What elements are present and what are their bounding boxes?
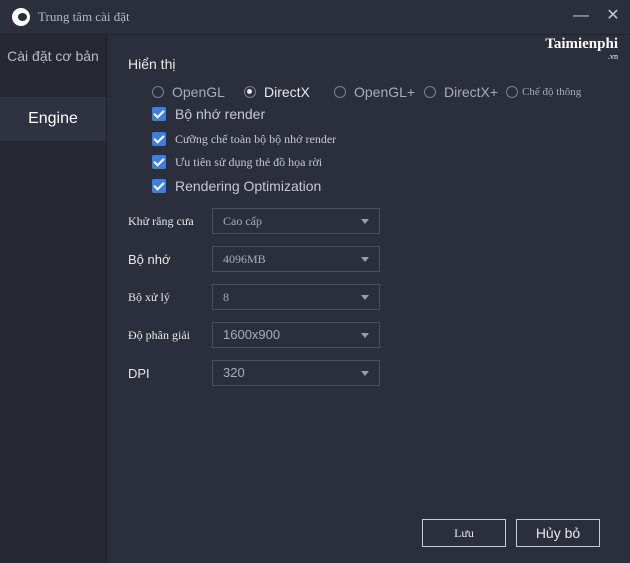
- dropdown-caret-icon: [361, 371, 369, 376]
- checkmark-icon: [152, 179, 166, 193]
- section-title-display: Hiển thị: [128, 56, 176, 72]
- radio-compat-mode[interactable]: Chế độ thông: [506, 82, 581, 102]
- cancel-button[interactable]: Hủy bỏ: [516, 519, 600, 547]
- select-anti-aliasing[interactable]: Cao cấp: [212, 208, 380, 234]
- radio-dot-icon: [506, 86, 518, 98]
- checkbox-dedicated-gpu[interactable]: Ưu tiên sử dụng thẻ đồ họa rời: [152, 153, 322, 171]
- radio-dot-icon: [334, 86, 346, 98]
- dropdown-caret-icon: [361, 333, 369, 338]
- radio-opengl[interactable]: OpenGL: [152, 82, 225, 102]
- label-memory: Bộ nhớ: [128, 252, 171, 267]
- title-bar: Trung tâm cài đặt — ✕: [0, 0, 630, 35]
- checkbox-rendering-optimization[interactable]: Rendering Optimization: [152, 177, 321, 195]
- select-cpu[interactable]: 8: [212, 284, 380, 310]
- radio-dot-icon: [152, 86, 164, 98]
- app-logo-icon: [12, 8, 30, 26]
- checkmark-icon: [152, 155, 166, 169]
- watermark-logo: Taimienphi .vn: [545, 36, 618, 61]
- checkmark-icon: [152, 107, 166, 121]
- window-title: Trung tâm cài đặt: [38, 9, 130, 24]
- sidebar: Cài đặt cơ bản Engine: [0, 35, 107, 563]
- select-resolution[interactable]: 1600x900: [212, 322, 380, 348]
- minimize-icon[interactable]: —: [570, 6, 592, 26]
- label-resolution: Độ phân giải: [128, 328, 190, 342]
- label-cpu: Bộ xử lý: [128, 290, 170, 304]
- close-icon[interactable]: ✕: [602, 6, 624, 26]
- dropdown-caret-icon: [361, 219, 369, 224]
- checkbox-render-memory[interactable]: Bộ nhớ render: [152, 105, 265, 123]
- label-anti-aliasing: Khử răng cưa: [128, 214, 194, 228]
- select-dpi[interactable]: 320: [212, 360, 380, 386]
- radio-opengl-plus[interactable]: OpenGL+: [334, 82, 415, 102]
- sidebar-item-engine[interactable]: Engine: [0, 97, 106, 141]
- save-button[interactable]: Lưu: [422, 519, 506, 547]
- radio-directx[interactable]: DirectX: [244, 82, 310, 102]
- checkbox-force-render-memory[interactable]: Cưỡng chế toàn bộ bộ nhớ render: [152, 130, 336, 148]
- radio-directx-plus[interactable]: DirectX+: [424, 82, 498, 102]
- radio-dot-icon: [244, 86, 256, 98]
- label-dpi: DPI: [128, 366, 150, 381]
- render-mode-group: OpenGL DirectX OpenGL+ DirectX+ Chế độ t…: [152, 82, 622, 102]
- dropdown-caret-icon: [361, 295, 369, 300]
- radio-dot-icon: [424, 86, 436, 98]
- checkmark-icon: [152, 132, 166, 146]
- select-memory[interactable]: 4096MB: [212, 246, 380, 272]
- dropdown-caret-icon: [361, 257, 369, 262]
- sidebar-item-basic-settings[interactable]: Cài đặt cơ bản: [0, 35, 106, 77]
